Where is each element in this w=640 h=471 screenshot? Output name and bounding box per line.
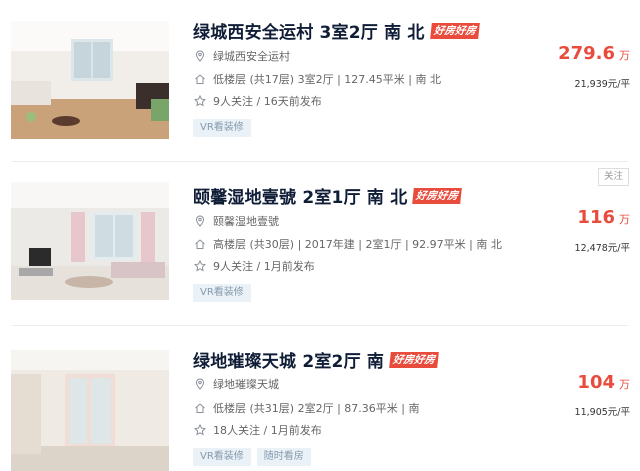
follow-info: 9人关注 / 16天前发布 <box>213 95 322 108</box>
star-icon <box>193 423 207 437</box>
house-info: 低楼层 (共17层) 3室2厅 | 127.45平米 | 南 北 <box>213 73 441 86</box>
listing-title[interactable]: 绿城西安全运村 3室2厅 南 北 <box>193 18 425 43</box>
listing-title[interactable]: 绿地璀璨天城 2室2厅 南 <box>193 347 384 372</box>
location-pin-icon <box>193 377 207 391</box>
listing-photo[interactable] <box>11 21 169 139</box>
vr-tag[interactable]: VR看装修 <box>193 284 251 302</box>
unit-price: 21,939元/平 <box>574 79 630 90</box>
follow-row: 9人关注 / 16天前发布 <box>193 93 322 109</box>
unit-price: 11,905元/平 <box>574 407 630 418</box>
good-house-badge: 好房好房 <box>389 351 439 368</box>
total-price: 104 万 <box>577 372 630 393</box>
listing-photo[interactable] <box>11 350 169 471</box>
total-price: 116 万 <box>577 207 630 228</box>
house-info-row: 高楼层 (共30层) | 2017年建 | 2室1厅 | 92.97平米 | 南… <box>193 236 502 252</box>
follow-info: 18人关注 / 1月前发布 <box>213 424 322 437</box>
follow-row: 9人关注 / 1月前发布 <box>193 258 315 274</box>
listing-photo[interactable] <box>11 182 169 300</box>
listing-card[interactable]: 绿地璀璨天城 2室2厅 南 好房好房 绿地璀璨天城 低楼层 (共31层) 2室2… <box>0 326 640 471</box>
house-icon <box>193 237 207 251</box>
community-link[interactable]: 颐馨湿地壹號 <box>213 213 279 229</box>
listing-title[interactable]: 颐馨湿地壹號 2室1厅 南 北 <box>193 183 407 208</box>
total-price-unit: 万 <box>619 49 630 62</box>
star-icon <box>193 94 207 108</box>
location-pin-icon <box>193 49 207 63</box>
community-row: 绿地璀璨天城 <box>193 376 279 392</box>
location-pin-icon <box>193 214 207 228</box>
unit-price: 12,478元/平 <box>574 243 630 254</box>
house-icon <box>193 401 207 415</box>
tag-list: VR看装修 <box>193 284 257 302</box>
community-row: 绿城西安全运村 <box>193 48 290 64</box>
vr-tag[interactable]: VR看装修 <box>193 119 251 137</box>
total-price-value: 279.6 <box>558 43 615 64</box>
star-icon <box>193 259 207 273</box>
follow-row: 18人关注 / 1月前发布 <box>193 422 322 438</box>
total-price: 279.6 万 <box>558 43 630 64</box>
listing-card[interactable]: 绿城西安全运村 3室2厅 南 北 好房好房 绿城西安全运村 低楼层 (共17层)… <box>0 0 640 162</box>
community-link[interactable]: 绿地璀璨天城 <box>213 376 279 392</box>
good-house-badge: 好房好房 <box>412 187 463 204</box>
house-info-row: 低楼层 (共17层) 3室2厅 | 127.45平米 | 南 北 <box>193 71 441 87</box>
house-info-row: 低楼层 (共31层) 2室2厅 | 87.36平米 | 南 <box>193 400 419 416</box>
total-price-value: 116 <box>577 207 615 228</box>
anytime-viewing-tag[interactable]: 随时看房 <box>256 448 311 466</box>
total-price-unit: 万 <box>619 378 630 391</box>
total-price-unit: 万 <box>619 213 630 226</box>
follow-info: 9人关注 / 1月前发布 <box>213 260 315 273</box>
follow-button[interactable]: 关注 <box>597 168 629 186</box>
vr-tag[interactable]: VR看装修 <box>193 448 251 466</box>
community-row: 颐馨湿地壹號 <box>193 213 279 229</box>
tag-list: VR看装修 随时看房 <box>193 448 317 466</box>
good-house-badge: 好房好房 <box>429 22 480 39</box>
tag-list: VR看装修 <box>193 119 257 137</box>
house-icon <box>193 72 207 86</box>
house-info: 高楼层 (共30层) | 2017年建 | 2室1厅 | 92.97平米 | 南… <box>213 238 502 251</box>
house-info: 低楼层 (共31层) 2室2厅 | 87.36平米 | 南 <box>213 402 420 415</box>
listing-card[interactable]: 关注 颐馨湿地壹號 2室1厅 南 北 好房好房 颐馨湿地壹號 高楼层 (共30层… <box>0 162 640 326</box>
community-link[interactable]: 绿城西安全运村 <box>213 48 290 64</box>
total-price-value: 104 <box>577 372 615 393</box>
